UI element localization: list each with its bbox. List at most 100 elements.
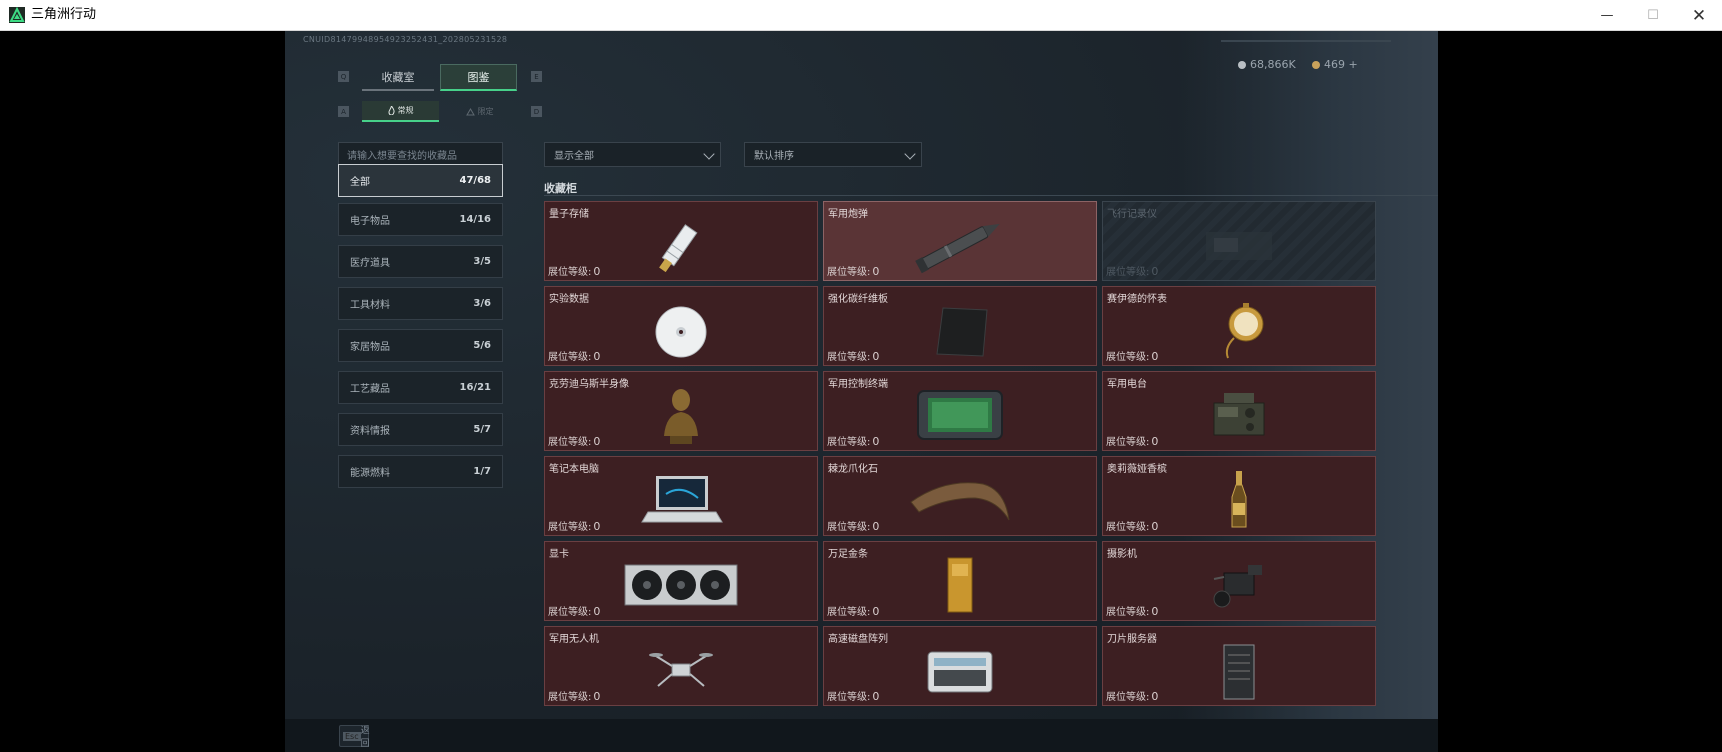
item-card-flight-recorder[interactable]: 飞行记录仪 展位等级: 0 — [1102, 201, 1376, 281]
category-count: 3/5 — [473, 256, 491, 267]
category-electronics[interactable]: 电子物品 14/16 — [338, 203, 503, 236]
item-level: 展位等级: 0 — [1106, 690, 1159, 703]
category-label: 工具材料 — [350, 300, 390, 311]
category-label: 医疗道具 — [350, 258, 390, 269]
item-level: 展位等级: 0 — [548, 435, 601, 448]
item-name: 量子存储 — [549, 209, 589, 220]
close-button[interactable]: ✕ — [1676, 0, 1722, 31]
filter-show-value: 显示全部 — [554, 151, 594, 162]
category-medical[interactable]: 医疗道具 3/5 — [338, 245, 503, 278]
item-card-laptop[interactable]: 笔记本电脑 展位等级: 0 — [544, 456, 818, 536]
window-titlebar: 三角洲行动 — ☐ ✕ — [0, 0, 1722, 31]
item-name: 摄影机 — [1107, 549, 1137, 560]
blade-server-icon — [1179, 637, 1299, 703]
graphics-card-icon — [621, 552, 741, 618]
laptop-icon — [621, 467, 741, 533]
subtab-limited[interactable]: 限定 — [442, 101, 517, 122]
item-card-military-shell[interactable]: 军用炮弹 展位等级: 0 — [823, 201, 1097, 281]
carbon-plate-icon — [900, 297, 1020, 363]
category-crafts[interactable]: 工艺藏品 16/21 — [338, 371, 503, 404]
item-card-military-drone[interactable]: 军用无人机 展位等级: 0 — [544, 626, 818, 706]
item-name: 赛伊德的怀表 — [1107, 294, 1167, 305]
minimize-button[interactable]: — — [1584, 0, 1630, 31]
item-level: 展位等级: 0 — [548, 350, 601, 363]
item-name: 显卡 — [549, 549, 569, 560]
silver-value: 68,866K — [1250, 58, 1296, 71]
category-count: 5/7 — [473, 424, 491, 435]
category-count: 14/16 — [459, 214, 491, 225]
tab-atlas[interactable]: 图鉴 — [440, 64, 517, 91]
item-level: 展位等级: 0 — [548, 265, 601, 278]
subtab-normal-label: 常规 — [397, 106, 414, 115]
category-all[interactable]: 全部 47/68 — [338, 164, 503, 197]
item-level: 展位等级: 0 — [548, 520, 601, 533]
window-title: 三角洲行动 — [31, 7, 97, 22]
key-hint-e: E — [531, 71, 542, 82]
item-card-claudius-bust[interactable]: 克劳迪乌斯半身像 展位等级: 0 — [544, 371, 818, 451]
category-household[interactable]: 家居物品 5/6 — [338, 329, 503, 362]
item-name: 飞行记录仪 — [1107, 209, 1157, 220]
chevron-down-icon — [904, 148, 916, 160]
category-label: 能源燃料 — [350, 468, 390, 479]
item-level: 展位等级: 0 — [827, 605, 880, 618]
drone-icon — [621, 637, 741, 703]
item-card-pocket-watch[interactable]: 赛伊德的怀表 展位等级: 0 — [1102, 286, 1376, 366]
maximize-button[interactable]: ☐ — [1630, 0, 1676, 31]
bust-icon — [621, 382, 741, 448]
item-name: 强化碳纤维板 — [828, 294, 888, 305]
item-name: 万足金条 — [828, 549, 868, 560]
category-count: 1/7 — [473, 466, 491, 477]
item-name: 实验数据 — [549, 294, 589, 305]
artillery-shell-icon — [900, 212, 1020, 278]
gold-currency[interactable]: 469 + — [1312, 58, 1358, 71]
item-level: 展位等级: 0 — [1106, 435, 1159, 448]
category-count: 5/6 — [473, 340, 491, 351]
item-level: 展位等级: 0 — [827, 265, 880, 278]
item-name: 克劳迪乌斯半身像 — [549, 379, 629, 390]
item-level: 展位等级: 0 — [548, 690, 601, 703]
item-level: 展位等级: 0 — [827, 350, 880, 363]
item-card-blade-server[interactable]: 刀片服务器 展位等级: 0 — [1102, 626, 1376, 706]
item-level: 展位等级: 0 — [1106, 520, 1159, 533]
category-count: 47/68 — [459, 175, 491, 186]
item-card-gold-bar[interactable]: 万足金条 展位等级: 0 — [823, 541, 1097, 621]
filter-show-dropdown[interactable]: 显示全部 — [544, 142, 721, 167]
item-card-camera[interactable]: 摄影机 展位等级: 0 — [1102, 541, 1376, 621]
item-level: 展位等级: 0 — [827, 435, 880, 448]
item-level: 展位等级: 0 — [548, 605, 601, 618]
back-button[interactable]: Esc 返回 — [339, 725, 370, 749]
category-tools[interactable]: 工具材料 3/6 — [338, 287, 503, 320]
item-card-graphics-card[interactable]: 显卡 展位等级: 0 — [544, 541, 818, 621]
item-card-quantum-storage[interactable]: 量子存储 展位等级: 0 — [544, 201, 818, 281]
claw-fossil-icon — [900, 467, 1020, 533]
sort-dropdown[interactable]: 默认排序 — [744, 142, 922, 167]
key-hint-q: Q — [338, 71, 349, 82]
category-label: 电子物品 — [350, 216, 390, 227]
subtab-normal[interactable]: 常规 — [362, 101, 439, 122]
section-title: 收藏柜 — [544, 182, 577, 195]
usb-drive-icon — [621, 212, 741, 278]
chevron-down-icon — [703, 148, 715, 160]
silver-currency: 68,866K — [1238, 58, 1296, 71]
item-name: 军用控制终端 — [828, 379, 888, 390]
item-card-olivia-champagne[interactable]: 奥莉薇娅香槟 展位等级: 0 — [1102, 456, 1376, 536]
subtab-limited-label: 限定 — [477, 107, 494, 116]
camera-icon — [1179, 552, 1299, 618]
item-card-claw-fossil[interactable]: 棘龙爪化石 展位等级: 0 — [823, 456, 1097, 536]
item-card-carbon-plate[interactable]: 强化碳纤维板 展位等级: 0 — [823, 286, 1097, 366]
sort-value: 默认排序 — [754, 151, 794, 162]
item-name: 军用电台 — [1107, 379, 1147, 390]
gold-bar-icon — [900, 552, 1020, 618]
tab-collection-room[interactable]: 收藏室 — [362, 64, 434, 91]
app-logo-icon — [9, 7, 25, 23]
item-card-disk-array[interactable]: 高速磁盘阵列 展位等级: 0 — [823, 626, 1097, 706]
item-card-experiment-data[interactable]: 实验数据 展位等级: 0 — [544, 286, 818, 366]
category-energy[interactable]: 能源燃料 1/7 — [338, 455, 503, 488]
player-uid: CNUID8147994895492325​2431_202805231528 — [303, 35, 508, 44]
category-intel[interactable]: 资料情报 5/7 — [338, 413, 503, 446]
key-hint-d: D — [531, 106, 542, 117]
pocket-watch-icon — [1179, 297, 1299, 363]
item-card-military-radio[interactable]: 军用电台 展位等级: 0 — [1102, 371, 1376, 451]
item-card-control-terminal[interactable]: 军用控制终端 展位等级: 0 — [823, 371, 1097, 451]
bottom-bar — [285, 719, 1438, 752]
